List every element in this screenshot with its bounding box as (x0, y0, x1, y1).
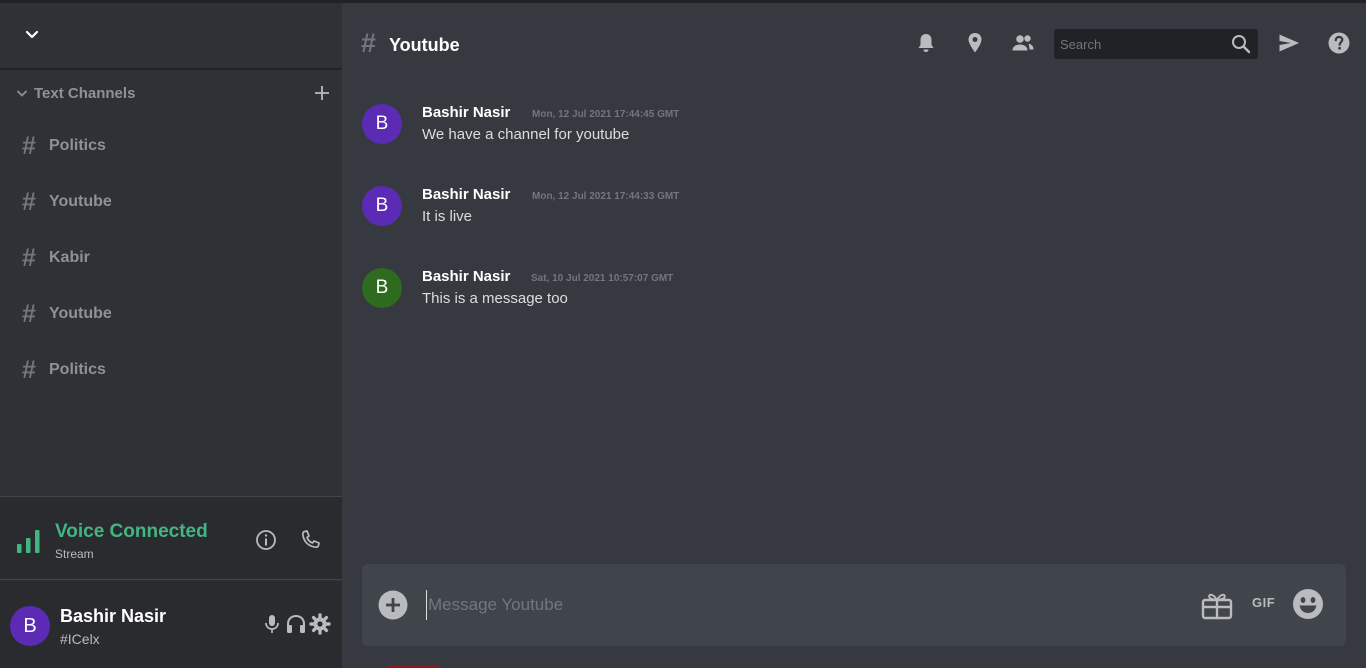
gift-icon[interactable] (1200, 588, 1234, 622)
hash-icon: # (22, 132, 36, 160)
channel-item-politics[interactable]: # Politics (16, 350, 326, 390)
microphone-icon[interactable] (261, 613, 283, 635)
message-text: This is a message too (422, 290, 568, 307)
channel-item-politics[interactable]: # Politics (16, 126, 326, 166)
user-panel: B Bashir Nasir #ICelx (0, 581, 342, 668)
username[interactable]: Bashir Nasir (60, 606, 166, 627)
voice-status-title[interactable]: Voice Connected (55, 521, 208, 543)
message-author[interactable]: Bashir Nasir (422, 186, 510, 203)
search-icon[interactable] (1230, 33, 1252, 55)
channel-item-youtube[interactable]: # Youtube (16, 182, 326, 222)
channel-label: Youtube (49, 305, 112, 322)
chat-area: # Youtube Search B Bashir Nasir Mon, 12 … (342, 3, 1366, 668)
message-item: B Bashir Nasir Mon, 12 Jul 2021 17:44:33… (362, 186, 1062, 230)
message-author[interactable]: Bashir Nasir (422, 104, 510, 121)
message-item: B Bashir Nasir Sat, 10 Jul 2021 10:57:07… (362, 268, 1062, 312)
message-timestamp: Mon, 12 Jul 2021 17:44:33 GMT (532, 191, 680, 202)
gif-button[interactable]: GIF (1252, 595, 1275, 610)
pin-icon[interactable] (963, 31, 987, 55)
message-item: B Bashir Nasir Mon, 12 Jul 2021 17:44:45… (362, 104, 1062, 148)
channel-item-youtube[interactable]: # Youtube (16, 294, 326, 334)
voice-connection-panel: Voice Connected Stream (0, 496, 342, 580)
category-label: Text Channels (34, 85, 136, 102)
channel-label: Politics (49, 361, 106, 378)
server-header[interactable] (0, 3, 342, 70)
hash-icon: # (22, 356, 36, 384)
category-text-channels[interactable]: Text Channels (16, 83, 331, 105)
channel-header: # Youtube Search (342, 3, 1366, 83)
channel-sidebar: Text Channels # Politics # Youtube # Kab… (0, 3, 342, 668)
avatar[interactable]: B (10, 606, 50, 646)
channel-item-kabir[interactable]: # Kabir (16, 238, 326, 278)
help-icon[interactable] (1327, 31, 1351, 55)
search-placeholder[interactable]: Search (1060, 37, 1101, 52)
disconnect-phone-icon[interactable] (298, 528, 322, 552)
message-input[interactable] (426, 590, 1186, 620)
members-icon[interactable] (1011, 31, 1035, 55)
avatar[interactable]: B (362, 268, 402, 308)
add-attachment-icon[interactable] (378, 590, 408, 620)
voice-channel-name[interactable]: Stream (55, 547, 94, 561)
user-tag[interactable]: #ICelx (60, 631, 100, 647)
message-timestamp: Mon, 12 Jul 2021 17:44:45 GMT (532, 109, 680, 120)
bell-icon[interactable] (914, 31, 938, 55)
add-channel-icon[interactable] (313, 83, 331, 103)
search-bar[interactable]: Search (1054, 29, 1258, 59)
info-icon[interactable] (254, 528, 278, 552)
channel-label: Politics (49, 137, 106, 154)
emoji-icon[interactable] (1292, 588, 1324, 620)
avatar[interactable]: B (362, 186, 402, 226)
message-composer: GIF (362, 564, 1346, 646)
send-icon[interactable] (1277, 31, 1301, 55)
message-text: It is live (422, 208, 473, 225)
channel-label: Youtube (49, 193, 112, 210)
message-text: We have a channel for youtube (422, 126, 630, 143)
chevron-down-icon (17, 90, 27, 97)
hash-icon: # (22, 244, 36, 272)
hash-icon: # (22, 188, 36, 216)
channel-title: Youtube (389, 35, 460, 55)
hash-icon: # (361, 28, 377, 58)
headphones-icon[interactable] (285, 613, 307, 635)
chevron-down-icon[interactable] (24, 27, 40, 43)
avatar[interactable]: B (362, 104, 402, 144)
channel-label: Kabir (49, 249, 90, 266)
message-author[interactable]: Bashir Nasir (422, 268, 510, 285)
hash-icon: # (22, 300, 36, 328)
signal-bars-icon[interactable] (16, 528, 42, 554)
message-timestamp: Sat, 10 Jul 2021 10:57:07 GMT (531, 273, 674, 284)
gear-icon[interactable] (309, 613, 331, 635)
app-window: Text Channels # Politics # Youtube # Kab… (0, 0, 1366, 668)
